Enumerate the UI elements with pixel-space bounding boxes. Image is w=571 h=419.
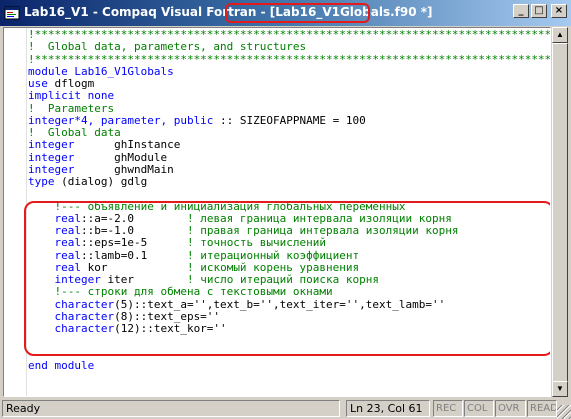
- code-token: (dialog) gdlg: [54, 175, 148, 188]
- size-grip-icon[interactable]: [557, 405, 571, 419]
- code-keyword: type: [28, 175, 55, 188]
- code-comment: !***************************************…: [28, 28, 551, 41]
- main-window: Lab16_V1 - Compaq Visual Fortran - [Lab1…: [0, 0, 571, 419]
- title-annotation-box: [225, 3, 370, 23]
- code-comment: !***************************************…: [28, 52, 551, 66]
- code-line[interactable]: type (dialog) gdlg: [28, 175, 550, 188]
- code-keyword: module Lab16_V1Globals: [28, 64, 174, 78]
- code-comment: ! Global data: [28, 126, 121, 139]
- code-keyword: use: [28, 77, 48, 90]
- code-token: ghInstance: [74, 138, 181, 152]
- minimize-icon[interactable]: _: [513, 4, 529, 18]
- window-controls: _ □ ×: [513, 4, 567, 18]
- scroll-down-icon[interactable]: ▼: [552, 381, 568, 397]
- code-keyword: implicit none: [28, 89, 115, 103]
- read-indicator: READ: [527, 400, 557, 417]
- title-bar[interactable]: Lab16_V1 - Compaq Visual Fortran - [Lab1…: [0, 0, 571, 26]
- status-message: Ready: [2, 400, 340, 417]
- close-icon[interactable]: ×: [551, 4, 567, 18]
- code-token: :: SIZEOFAPPNAME = 100: [213, 113, 366, 127]
- ovr-indicator: OVR: [495, 400, 526, 417]
- vertical-scrollbar[interactable]: ▲ ▼: [551, 27, 568, 397]
- code-token: ghwndMain: [74, 162, 174, 176]
- code-keyword: integer: [28, 150, 75, 164]
- scroll-up-icon[interactable]: ▲: [552, 27, 568, 43]
- status-bar: Ready Ln 23, Col 61 REC COL OVR READ: [0, 398, 571, 419]
- code-keyword: end module: [28, 358, 95, 372]
- code-token: ghModule: [74, 150, 168, 164]
- code-token: dflogm: [47, 77, 95, 90]
- code-keyword: integer: [28, 138, 75, 152]
- code-comment: ! Parameters: [28, 101, 115, 115]
- maximize-icon[interactable]: □: [531, 4, 547, 18]
- col-indicator: COL: [464, 400, 494, 417]
- code-line[interactable]: module Lab16_V1Globals: [28, 64, 550, 78]
- code-keyword: integer*4, parameter, public: [28, 113, 214, 127]
- code-editor[interactable]: !***************************************…: [3, 27, 551, 397]
- code-line[interactable]: end module: [28, 358, 550, 372]
- rec-indicator: REC: [433, 400, 463, 417]
- code-comment: ! Global data, parameters, and structure…: [28, 40, 307, 54]
- app-icon[interactable]: [4, 5, 20, 21]
- scroll-thumb[interactable]: [552, 43, 568, 383]
- code-annotation-box: [24, 201, 550, 356]
- code-keyword: integer: [28, 162, 75, 176]
- cursor-position: Ln 23, Col 61: [346, 400, 430, 417]
